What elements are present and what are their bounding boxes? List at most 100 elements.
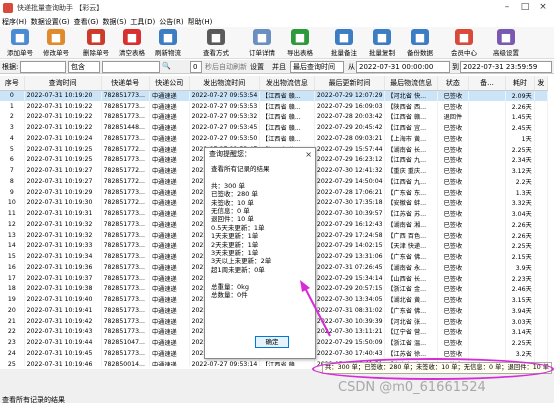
table-cell: 2022-07-28 09:03:21	[314, 133, 386, 144]
toolbar-button-9[interactable]: ■ 批量复制	[364, 28, 400, 58]
to-label: 到	[452, 63, 459, 71]
table-cell: 2022-07-31 10:19:20	[24, 90, 102, 101]
table-cell: 23	[0, 337, 25, 348]
dialog-line: 未签收：10 单	[211, 198, 254, 207]
field-select[interactable]	[20, 61, 66, 73]
table-row[interactable]: 3 2022-07-31 10:19:22 782851448... 中通速递 2022…	[0, 122, 549, 133]
date-from-input[interactable]: 2022-07-31 00:00:00	[356, 61, 450, 73]
table-cell: 18	[0, 283, 25, 295]
match-select[interactable]: 包含	[68, 61, 100, 73]
table-cell: 2022-07-31 10:19:29	[24, 186, 102, 198]
toolbar-button-8[interactable]: ■ 批量备注	[326, 28, 362, 58]
table-cell	[468, 229, 507, 241]
table-cell: 已签收	[437, 294, 469, 305]
table-cell: 2022-07-28 17:06:21	[314, 186, 386, 198]
menu-notice[interactable]: 公告(R)	[159, 17, 183, 27]
column-header[interactable]: 快递公司	[149, 76, 190, 91]
export-icon: ■	[291, 29, 309, 45]
table-cell: 中通速递	[149, 208, 190, 219]
maximize-icon[interactable]: □	[518, 0, 532, 14]
column-header[interactable]: 状态	[437, 76, 469, 91]
refresh-icon: ■	[159, 29, 177, 45]
table-cell: 已签收	[437, 315, 469, 327]
table-cell	[468, 176, 507, 187]
menu-program[interactable]: 程序(H)	[2, 17, 27, 27]
toolbar-button-5[interactable]: ■ 查看方式	[198, 28, 234, 58]
table-cell: 中通速递	[149, 143, 190, 155]
table-cell: 16	[0, 262, 25, 273]
table-cell: 中通速递	[149, 262, 190, 273]
toolbar-button-10[interactable]: ■ 备份数据	[402, 28, 438, 58]
table-row[interactable]: 4 2022-07-31 10:19:24 782851773... 中通速递 2022…	[0, 133, 549, 144]
table-row[interactable]: 1 2022-07-31 10:19:22 782851773... 中通速递 2022…	[0, 100, 549, 112]
table-cell: 2022-07-31 10:19:27	[24, 165, 102, 176]
table-cell: 中通速递	[149, 229, 190, 241]
refresh-seconds-input[interactable]: 0	[190, 61, 202, 73]
table-cell: 2022-07-29 16:12:43	[314, 219, 386, 230]
ok-button[interactable]: 确定	[255, 336, 289, 348]
table-cell: 2022-07-27 09:53:14	[189, 358, 260, 366]
filter-bar: 根据: 包含 🔍 0 秒后自动刷新 设置 并且 最后查询时间 从 2022-07…	[0, 60, 554, 74]
table-cell: 782851773...	[101, 154, 150, 166]
toolbar-button-2[interactable]: ■ 删除单号	[78, 28, 114, 58]
toolbar-button-3[interactable]: ■ 清空表格	[114, 28, 150, 58]
column-header[interactable]: 发出物流信息	[259, 76, 315, 91]
table-cell: 782850014...	[101, 358, 150, 366]
table-cell: 2.26天	[505, 229, 535, 241]
date-to-input[interactable]: 2022-07-31 23:59:59	[460, 61, 552, 73]
toolbar-button-0[interactable]: ■ 添加单号	[2, 28, 38, 58]
table-cell: 中通速递	[149, 337, 190, 348]
search-input[interactable]	[102, 61, 160, 73]
table-cell	[468, 262, 507, 273]
toolbar-button-label: 高级设置	[493, 49, 519, 57]
dialog-close-icon[interactable]: ×	[305, 148, 312, 161]
table-cell: 782851773...	[101, 262, 150, 273]
table-cell	[534, 262, 549, 273]
menu-view[interactable]: 查看(G)	[74, 17, 99, 27]
menu-data[interactable]: 数据(S)	[103, 17, 127, 27]
column-header[interactable]: 发出物流时间	[189, 76, 260, 91]
column-header[interactable]: 最后物流信息	[384, 76, 439, 91]
table-cell	[534, 337, 549, 348]
table-row[interactable]: 0 2022-07-31 10:19:20 782851773... 中通速递 2022…	[0, 90, 549, 101]
menu-help[interactable]: 帮助(H)	[188, 17, 213, 27]
table-cell	[468, 90, 507, 101]
menu-tools[interactable]: 工具(D)	[130, 17, 155, 27]
column-header[interactable]: 备...	[468, 76, 507, 91]
table-cell: 782851773...	[101, 348, 150, 359]
column-header[interactable]: 耗时	[505, 76, 535, 91]
table-row[interactable]: 2 2022-07-31 10:19:22 782851773... 中通速递 2022…	[0, 111, 549, 123]
dialog-line: 查看所有记录的结果	[211, 165, 270, 173]
search-icon[interactable]: 🔍	[162, 62, 171, 70]
menu-data-settings[interactable]: 数据设置(G)	[31, 17, 70, 27]
toolbar-button-4[interactable]: ■ 刷新物流	[150, 28, 186, 58]
column-header[interactable]: 最后更新时间	[314, 76, 386, 91]
column-header[interactable]: 快递单号	[101, 76, 150, 91]
column-header[interactable]: 查询时间	[24, 76, 102, 91]
table-cell: 【江西省 宜...	[384, 122, 439, 133]
table-cell: 中通速递	[149, 176, 190, 187]
table-cell: 782851773...	[101, 90, 150, 101]
toolbar-button-7[interactable]: ■ 导出表格	[282, 28, 318, 58]
dialog-line	[211, 274, 309, 282]
dialog-title: 查询提醒您：	[209, 150, 251, 158]
table-cell: 2022-07-30 17:40:43	[314, 348, 386, 359]
table-cell: 2	[0, 111, 25, 123]
from-label: 从	[348, 63, 355, 71]
toolbar-button-1[interactable]: ■ 修改单号	[38, 28, 74, 58]
table-cell: 3.12天	[505, 165, 535, 176]
close-icon[interactable]: ×	[536, 0, 550, 14]
table-cell	[534, 272, 549, 284]
title-bar: 快递批量查询助手 【彩云】 – □ ×	[0, 0, 554, 16]
toolbar-button-6[interactable]: ■ 订单详情	[244, 28, 280, 58]
settings-link[interactable]: 设置	[250, 62, 264, 72]
time-field-select[interactable]: 最后查询时间	[290, 61, 344, 73]
table-cell: 2.46天	[505, 283, 535, 295]
toolbar-button-11[interactable]: ■ 会员中心	[446, 28, 482, 58]
table-cell: 782851773...	[101, 326, 150, 338]
table-cell: 【河北省 快...	[384, 90, 439, 101]
column-header[interactable]: 序号	[0, 76, 25, 91]
column-header[interactable]: 发	[534, 76, 549, 91]
minimize-icon[interactable]: –	[500, 0, 514, 14]
toolbar-button-12[interactable]: ■ 高级设置	[488, 28, 524, 58]
